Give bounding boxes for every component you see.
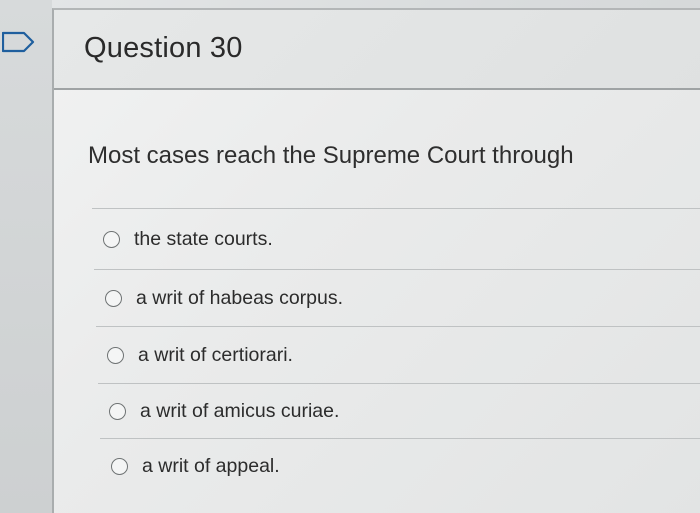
question-header: Question 30: [54, 10, 700, 90]
answer-option-2[interactable]: a writ of habeas corpus.: [94, 269, 700, 326]
left-gutter: [0, 0, 52, 513]
flag-question-icon[interactable]: [2, 31, 36, 53]
quiz-screen: Question 30 Most cases reach the Supreme…: [0, 0, 700, 513]
answer-label: a writ of amicus curiae.: [140, 399, 340, 422]
answer-label: a writ of habeas corpus.: [136, 286, 344, 309]
answer-label: a writ of certiorari.: [138, 343, 293, 366]
answer-option-4[interactable]: a writ of amicus curiae.: [98, 383, 700, 438]
radio-button-icon[interactable]: [109, 402, 126, 420]
question-title: Question 30: [84, 32, 243, 64]
answer-option-1[interactable]: the state courts.: [92, 208, 700, 269]
radio-button-icon[interactable]: [107, 346, 124, 364]
answer-list: the state courts. a writ of habeas corpu…: [92, 208, 700, 493]
question-prompt: Most cases reach the Supreme Court throu…: [88, 142, 574, 169]
question-card: Question 30 Most cases reach the Supreme…: [52, 8, 700, 513]
radio-button-icon[interactable]: [111, 457, 128, 475]
radio-button-icon[interactable]: [105, 289, 122, 307]
answer-label: a writ of appeal.: [142, 454, 280, 477]
answer-label: the state courts.: [134, 227, 273, 250]
answer-option-3[interactable]: a writ of certiorari.: [96, 326, 700, 383]
answer-option-5[interactable]: a writ of appeal.: [100, 438, 700, 493]
radio-button-icon[interactable]: [103, 230, 120, 248]
